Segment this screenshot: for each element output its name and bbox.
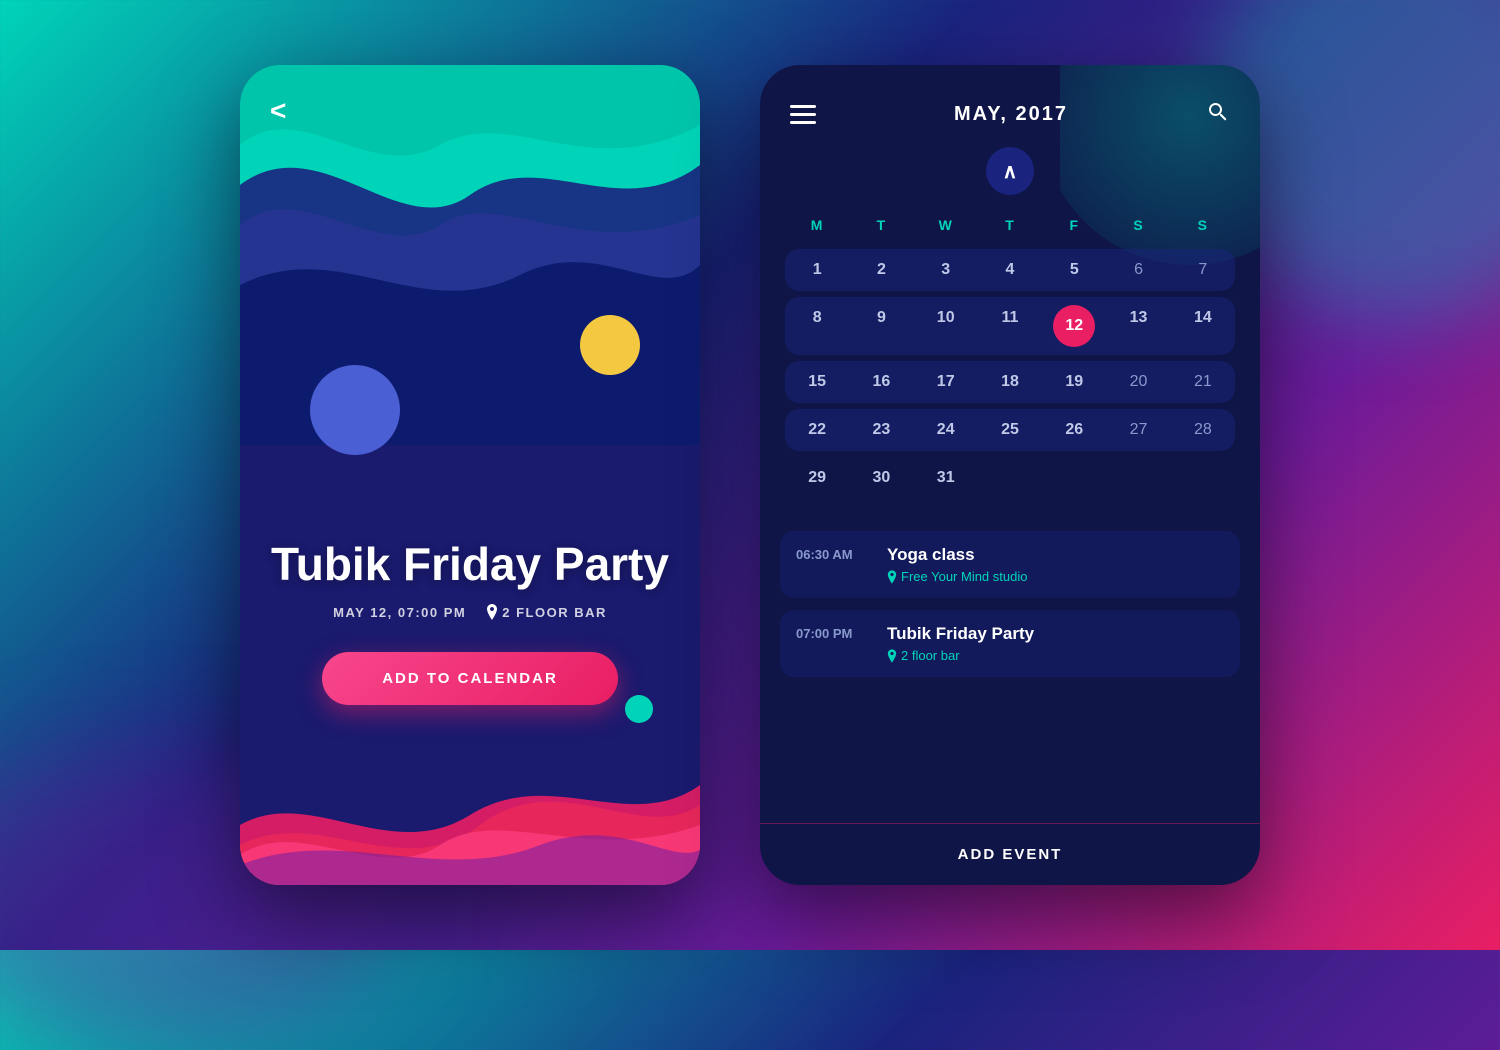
day-header-s1: S <box>1106 209 1170 241</box>
calendar-nav <box>760 139 1260 199</box>
week-row-2: 8 9 10 11 12 13 14 <box>785 297 1235 355</box>
day-header-t2: T <box>978 209 1042 241</box>
day-6[interactable]: 6 <box>1106 249 1170 291</box>
day-25[interactable]: 25 <box>978 409 1042 451</box>
day-14[interactable]: 14 <box>1171 297 1235 355</box>
week-row-4: 22 23 24 25 26 27 28 <box>785 409 1235 451</box>
day-empty-2 <box>1042 457 1106 499</box>
week-row-3: 15 16 17 18 19 20 21 <box>785 361 1235 403</box>
events-section: 06:30 AM Yoga class Free Your Mind studi… <box>760 515 1260 823</box>
day-empty-4 <box>1171 457 1235 499</box>
day-5[interactable]: 5 <box>1042 249 1106 291</box>
day-7[interactable]: 7 <box>1171 249 1235 291</box>
day-8[interactable]: 8 <box>785 297 849 355</box>
top-wave-area <box>240 65 700 445</box>
day-28[interactable]: 28 <box>1171 409 1235 451</box>
day-17[interactable]: 17 <box>914 361 978 403</box>
day-11[interactable]: 11 <box>978 297 1042 355</box>
event-date: MAY 12, 07:00 PM <box>333 605 466 620</box>
calendar-header: MAY, 2017 <box>760 65 1260 139</box>
day-20[interactable]: 20 <box>1106 361 1170 403</box>
top-waves-svg <box>240 65 700 445</box>
menu-button[interactable] <box>790 105 816 124</box>
day-22[interactable]: 22 <box>785 409 849 451</box>
day-30[interactable]: 30 <box>849 457 913 499</box>
calendar-phone: MAY, 2017 M T W T F S S 1 2 3 4 5 6 <box>760 65 1260 885</box>
day-18[interactable]: 18 <box>978 361 1042 403</box>
day-27[interactable]: 27 <box>1106 409 1170 451</box>
day-12[interactable]: 12 <box>1042 297 1106 355</box>
event-title: Tubik Friday Party <box>240 539 700 590</box>
week-row-1: 1 2 3 4 5 6 7 <box>785 249 1235 291</box>
selected-day-indicator: 12 <box>1053 305 1095 347</box>
yoga-info: Yoga class Free Your Mind studio <box>887 545 1027 584</box>
party-venue: 2 floor bar <box>887 648 1034 663</box>
yoga-location-icon <box>887 570 897 584</box>
day-4[interactable]: 4 <box>978 249 1042 291</box>
party-title: Tubik Friday Party <box>887 624 1034 644</box>
day-21[interactable]: 21 <box>1171 361 1235 403</box>
back-button[interactable]: < <box>270 95 286 127</box>
deco-circle-blue <box>310 365 400 455</box>
event-meta: MAY 12, 07:00 PM 2 FLOOR BAR <box>240 604 700 620</box>
calendar-grid: M T W T F S S 1 2 3 4 5 6 7 8 9 10 11 12 <box>760 199 1260 515</box>
day-31[interactable]: 31 <box>914 457 978 499</box>
deco-circle-yellow <box>580 315 640 375</box>
event-detail-phone: < Tubik Friday Party MAY 12, 07:00 PM 2 … <box>240 65 700 885</box>
week-row-5: 29 30 31 <box>785 457 1235 499</box>
event-location: 2 FLOOR BAR <box>486 604 607 620</box>
day-29[interactable]: 29 <box>785 457 849 499</box>
yoga-title: Yoga class <box>887 545 1027 565</box>
day-26[interactable]: 26 <box>1042 409 1106 451</box>
add-to-calendar-button[interactable]: ADD TO CALENDAR <box>322 652 618 705</box>
day-empty-1 <box>978 457 1042 499</box>
day-16[interactable]: 16 <box>849 361 913 403</box>
day-1[interactable]: 1 <box>785 249 849 291</box>
location-icon <box>486 604 498 620</box>
prev-month-button[interactable] <box>986 147 1034 195</box>
day-empty-3 <box>1106 457 1170 499</box>
search-icon <box>1206 100 1230 124</box>
search-button[interactable] <box>1206 100 1230 129</box>
day-header-t1: T <box>849 209 913 241</box>
day-header-w: W <box>914 209 978 241</box>
day-24[interactable]: 24 <box>914 409 978 451</box>
day-9[interactable]: 9 <box>849 297 913 355</box>
day-header-f: F <box>1042 209 1106 241</box>
day-header-s2: S <box>1171 209 1235 241</box>
month-year-label: MAY, 2017 <box>954 103 1068 126</box>
day-3[interactable]: 3 <box>914 249 978 291</box>
yoga-venue: Free Your Mind studio <box>887 569 1027 584</box>
party-info: Tubik Friday Party 2 floor bar <box>887 624 1034 663</box>
party-location-icon <box>887 649 897 663</box>
day-19[interactable]: 19 <box>1042 361 1106 403</box>
event-item-yoga[interactable]: 06:30 AM Yoga class Free Your Mind studi… <box>780 531 1240 598</box>
deco-circle-teal <box>625 695 653 723</box>
event-content-area: Tubik Friday Party MAY 12, 07:00 PM 2 FL… <box>240 539 700 705</box>
add-event-button[interactable]: ADD EVENT <box>760 823 1260 885</box>
day-13[interactable]: 13 <box>1106 297 1170 355</box>
day-10[interactable]: 10 <box>914 297 978 355</box>
days-header: M T W T F S S <box>785 209 1235 241</box>
yoga-time: 06:30 AM <box>796 545 871 562</box>
event-item-party[interactable]: 07:00 PM Tubik Friday Party 2 floor bar <box>780 610 1240 677</box>
day-15[interactable]: 15 <box>785 361 849 403</box>
day-header-m: M <box>785 209 849 241</box>
day-2[interactable]: 2 <box>849 249 913 291</box>
day-23[interactable]: 23 <box>849 409 913 451</box>
party-time: 07:00 PM <box>796 624 871 641</box>
